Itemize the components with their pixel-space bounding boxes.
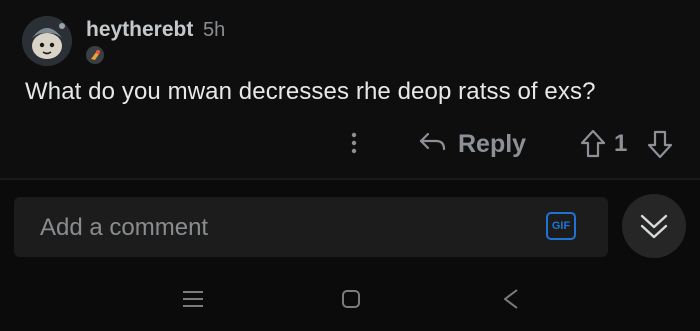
reply-button[interactable]: Reply — [418, 124, 526, 164]
reply-arrow-icon — [418, 130, 448, 159]
downvote-icon[interactable] — [645, 128, 675, 160]
reply-label: Reply — [458, 129, 527, 158]
nav-back-icon[interactable] — [496, 284, 526, 314]
collapse-chevron-button[interactable] — [622, 194, 686, 258]
upvote-icon[interactable] — [578, 128, 608, 160]
collapse-chevron-icon — [640, 214, 668, 239]
comment-timestamp: 5h — [203, 19, 226, 41]
comment-actions: Reply 1 — [0, 124, 700, 164]
comment-card: heytherebt 5h What do you mwan decresses… — [0, 0, 700, 178]
comment-text: What do you mwan decresses rhe deop rats… — [25, 78, 596, 105]
vote-score: 1 — [614, 130, 628, 157]
nav-menu-icon[interactable] — [178, 284, 208, 314]
gif-button[interactable]: GIF — [546, 212, 576, 240]
comment-placeholder: Add a comment — [40, 214, 209, 241]
flair-icon — [85, 45, 105, 65]
add-comment-input[interactable]: Add a comment GIF — [14, 197, 608, 257]
gif-label: GIF — [551, 220, 571, 232]
divider — [0, 178, 700, 180]
username[interactable]: heytherebt — [86, 18, 193, 42]
nav-home-icon[interactable] — [336, 284, 366, 314]
system-nav-bar — [0, 270, 700, 331]
more-options-icon[interactable] — [340, 124, 368, 164]
avatar[interactable] — [22, 16, 72, 66]
